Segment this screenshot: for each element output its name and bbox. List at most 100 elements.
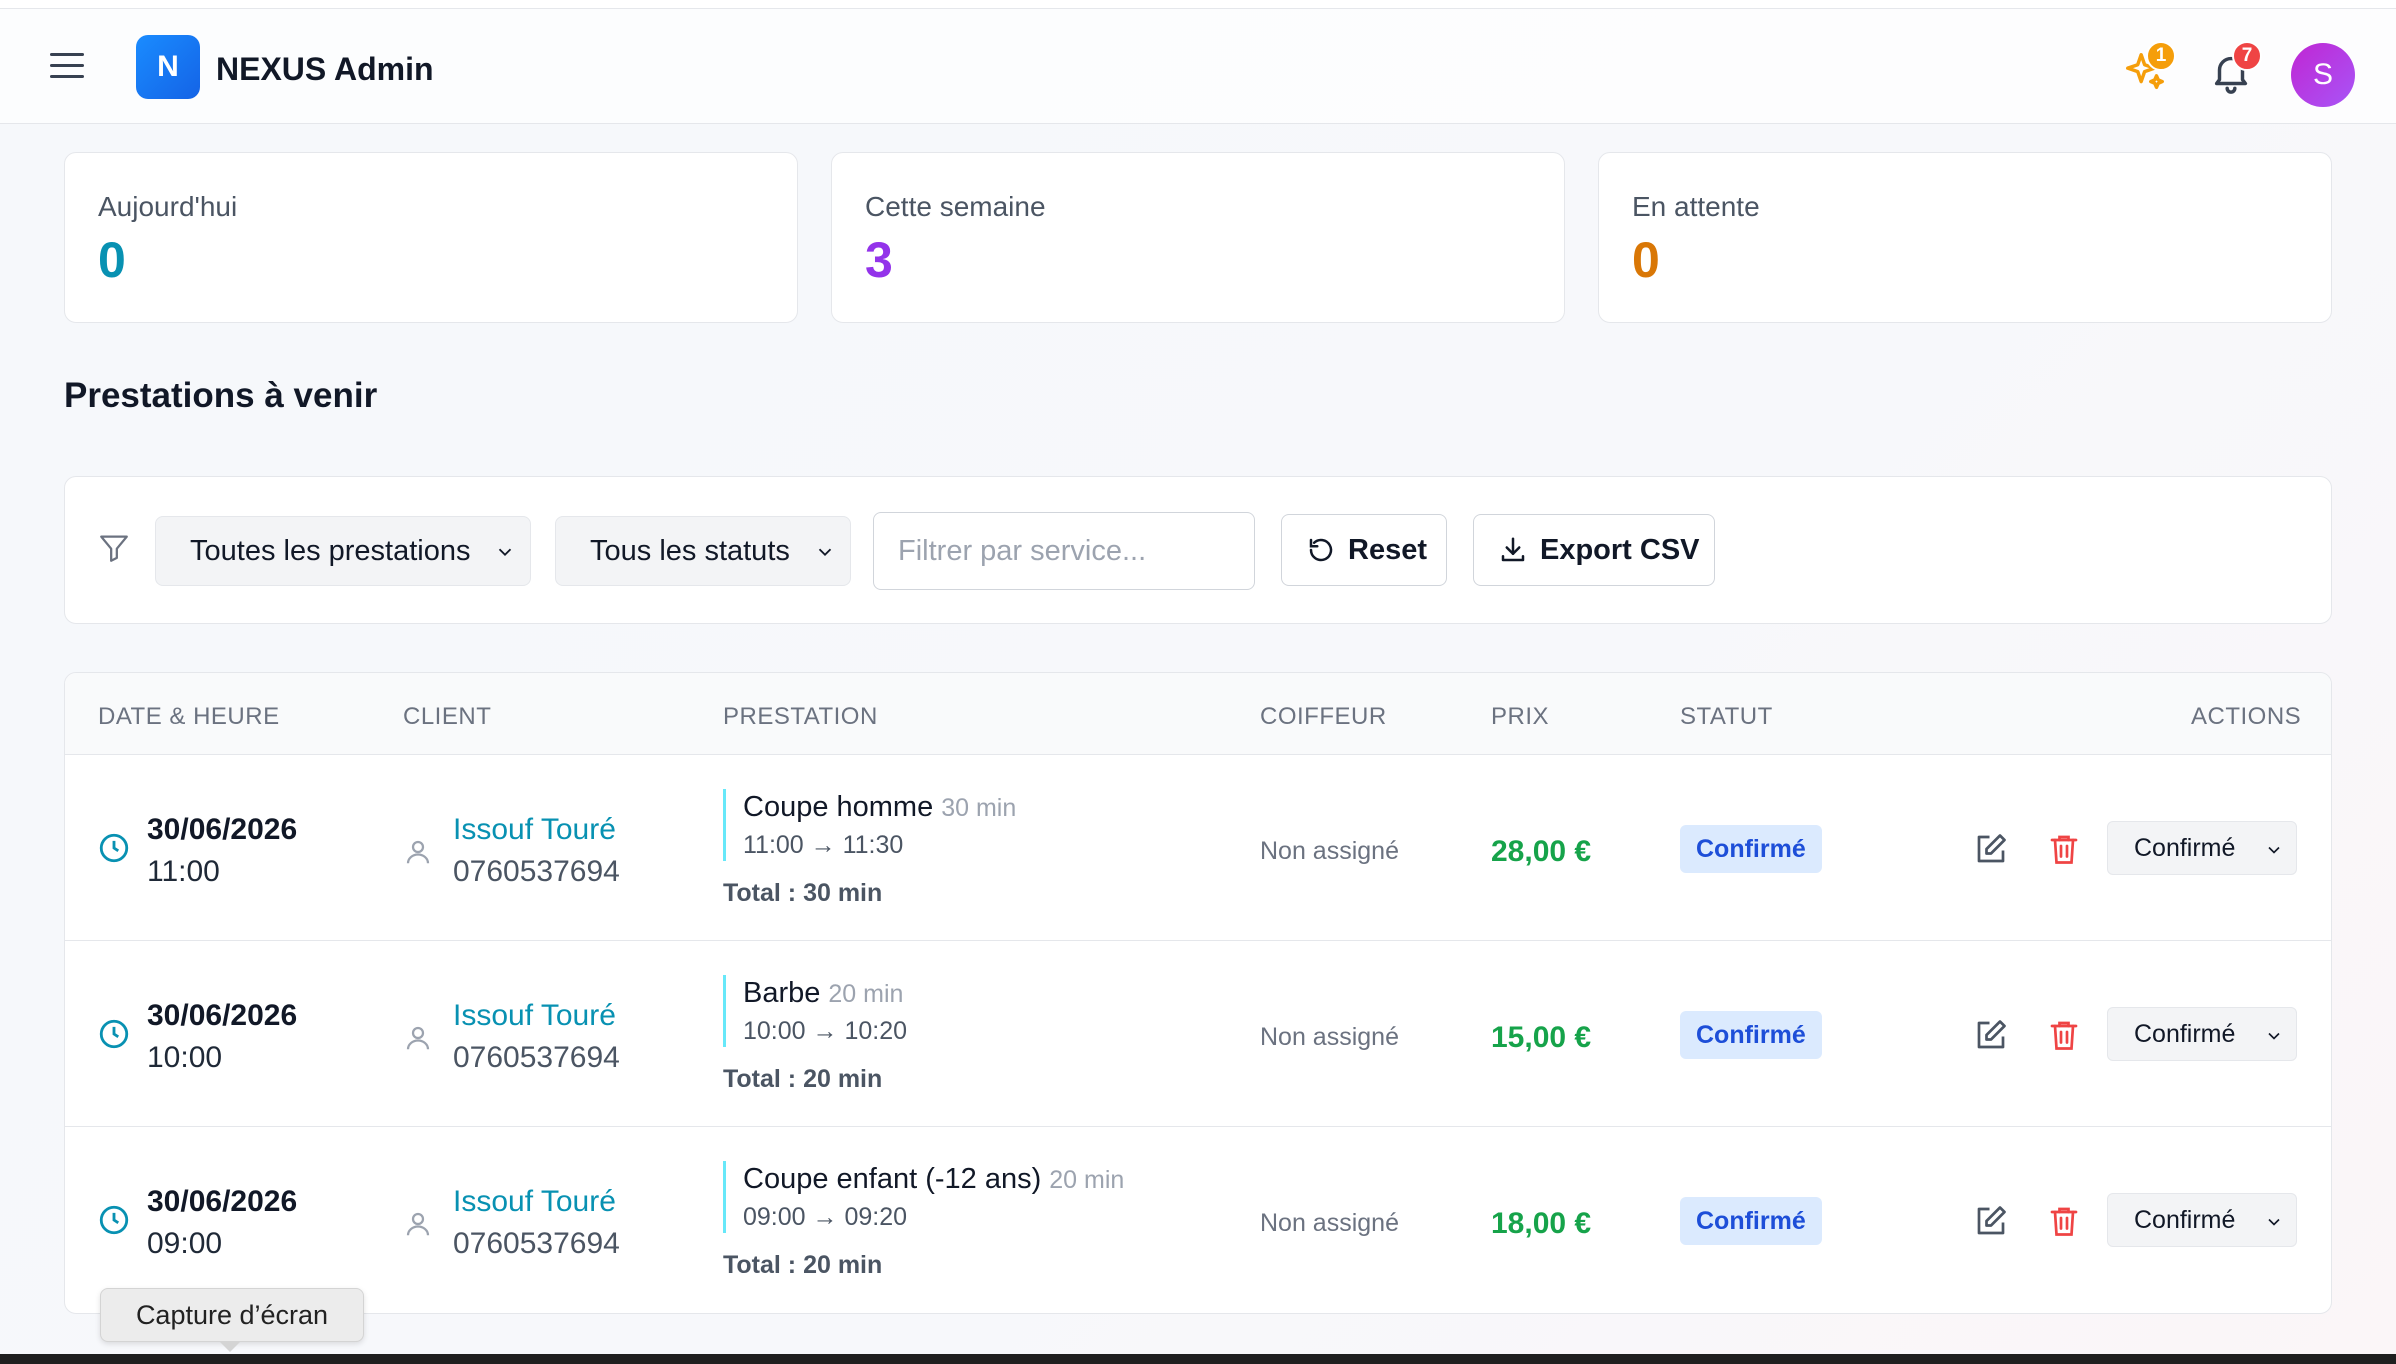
service-time-range: 11:00 → 11:30 — [743, 831, 904, 859]
row-time: 10:00 — [147, 1041, 223, 1074]
client-phone: 0760537694 — [453, 1227, 620, 1260]
trash-icon[interactable] — [2046, 1203, 2082, 1239]
coiffeur-value: Non assigné — [1260, 1023, 1399, 1051]
reset-label: Reset — [1348, 533, 1427, 566]
app-logo: N — [136, 35, 200, 99]
tooltip-tail — [220, 1342, 240, 1352]
client-name-link[interactable]: Issouf Touré — [453, 999, 616, 1033]
service-name: Coupe homme 30 min — [743, 791, 1017, 823]
table-row: 30/06/2026 09:00 Issouf Touré 0760537694… — [65, 1127, 2331, 1313]
export-csv-label: Export CSV — [1540, 533, 1700, 566]
client-phone: 0760537694 — [453, 1041, 620, 1074]
chevron-down-icon — [818, 548, 832, 557]
row-status-select-value: Confirmé — [2134, 1205, 2236, 1234]
service-duration: 20 min — [828, 980, 904, 1008]
filter-bar: Toutes les prestations Tous les statuts … — [64, 476, 2332, 624]
column-header-status: STATUT — [1680, 703, 1773, 730]
column-header-date: DATE & HEURE — [98, 703, 280, 730]
screenshot-tooltip: Capture d’écran — [100, 1288, 364, 1342]
row-status-select[interactable]: Confirmé — [2107, 821, 2297, 875]
service-select-value: Toutes les prestations — [190, 534, 471, 567]
reset-button[interactable]: Reset — [1281, 514, 1447, 586]
status-badge: Confirmé — [1680, 1011, 1822, 1059]
service-total: Total : 30 min — [723, 879, 883, 907]
clock-icon — [99, 1019, 129, 1049]
coiffeur-value: Non assigné — [1260, 1209, 1399, 1237]
notifications-badge: 7 — [2232, 41, 2262, 71]
filter-icon — [100, 535, 128, 562]
chevron-down-icon — [2268, 1218, 2280, 1226]
avatar[interactable]: S — [2291, 43, 2355, 107]
edit-icon[interactable] — [1973, 1203, 2009, 1239]
notifications-button[interactable]: 7 — [2206, 41, 2262, 95]
price-value: 15,00 € — [1491, 1021, 1592, 1054]
stat-card-today: Aujourd'hui 0 — [64, 152, 798, 323]
service-time-range: 09:00 → 09:20 — [743, 1203, 908, 1231]
stat-card-pending: En attente 0 — [1598, 152, 2332, 323]
service-accent-bar — [723, 789, 726, 861]
service-accent-bar — [723, 975, 726, 1047]
trash-icon[interactable] — [2046, 1017, 2082, 1053]
table-row: 30/06/2026 10:00 Issouf Touré 0760537694… — [65, 941, 2331, 1127]
app-header: N NEXUS Admin 1 7 S — [0, 9, 2396, 124]
service-select[interactable]: Toutes les prestations — [155, 516, 531, 586]
edit-icon[interactable] — [1973, 1017, 2009, 1053]
service-duration: 30 min — [941, 794, 1017, 822]
column-header-service: PRESTATION — [723, 703, 878, 730]
window-top-edge — [0, 0, 2396, 9]
user-icon — [406, 1026, 430, 1050]
download-icon — [1501, 537, 1525, 562]
chevron-down-icon — [2268, 1032, 2280, 1040]
stat-label: Cette semaine — [865, 191, 1046, 222]
bottom-edge — [0, 1354, 2396, 1364]
service-total: Total : 20 min — [723, 1065, 883, 1093]
stat-label: En attente — [1632, 191, 1760, 222]
menu-icon[interactable] — [50, 53, 84, 81]
service-name: Barbe 20 min — [743, 977, 904, 1009]
row-status-select[interactable]: Confirmé — [2107, 1007, 2297, 1061]
service-duration: 20 min — [1049, 1166, 1125, 1194]
service-name: Coupe enfant (-12 ans) 20 min — [743, 1163, 1125, 1195]
status-badge: Confirmé — [1680, 1197, 1822, 1245]
appointments-table: DATE & HEURE CLIENT PRESTATION COIFFEUR … — [64, 672, 2332, 1314]
row-status-select-value: Confirmé — [2134, 833, 2236, 862]
client-name-link[interactable]: Issouf Touré — [453, 813, 616, 847]
service-search-input[interactable]: Filtrer par service... — [873, 512, 1255, 590]
row-time: 09:00 — [147, 1227, 223, 1260]
reset-icon — [1309, 538, 1333, 562]
clock-icon — [99, 833, 129, 863]
row-status-select-value: Confirmé — [2134, 1019, 2236, 1048]
column-header-coiffeur: COIFFEUR — [1260, 703, 1387, 730]
table-row: 30/06/2026 11:00 Issouf Touré 0760537694… — [65, 755, 2331, 941]
export-csv-button[interactable]: Export CSV — [1473, 514, 1715, 586]
row-date: 30/06/2026 — [147, 1185, 298, 1218]
edit-icon[interactable] — [1973, 831, 2009, 867]
column-header-client: CLIENT — [403, 703, 492, 730]
price-value: 28,00 € — [1491, 835, 1592, 868]
client-phone: 0760537694 — [453, 855, 620, 888]
column-header-actions: ACTIONS — [2191, 703, 2302, 730]
price-value: 18,00 € — [1491, 1207, 1592, 1240]
stat-card-week: Cette semaine 3 — [831, 152, 1565, 323]
stat-value: 0 — [98, 232, 126, 288]
column-header-price: PRIX — [1491, 703, 1550, 730]
status-badge: Confirmé — [1680, 825, 1822, 873]
row-status-select[interactable]: Confirmé — [2107, 1193, 2297, 1247]
status-select[interactable]: Tous les statuts — [555, 516, 851, 586]
stat-value: 0 — [1632, 232, 1660, 288]
section-title: Prestations à venir — [64, 376, 378, 415]
chevron-down-icon — [498, 548, 512, 557]
user-icon — [406, 1212, 430, 1236]
service-total: Total : 20 min — [723, 1251, 883, 1279]
row-date: 30/06/2026 — [147, 813, 298, 846]
stat-value: 3 — [865, 232, 893, 288]
service-time-range: 10:00 → 10:20 — [743, 1017, 908, 1045]
stat-label: Aujourd'hui — [98, 191, 238, 222]
sparkle-badge: 1 — [2146, 41, 2176, 71]
table-header: DATE & HEURE CLIENT PRESTATION COIFFEUR … — [65, 673, 2331, 755]
user-icon — [406, 840, 430, 864]
client-name-link[interactable]: Issouf Touré — [453, 1185, 616, 1219]
trash-icon[interactable] — [2046, 831, 2082, 867]
sparkle-button[interactable]: 1 — [2120, 41, 2176, 95]
chevron-down-icon — [2268, 846, 2280, 854]
